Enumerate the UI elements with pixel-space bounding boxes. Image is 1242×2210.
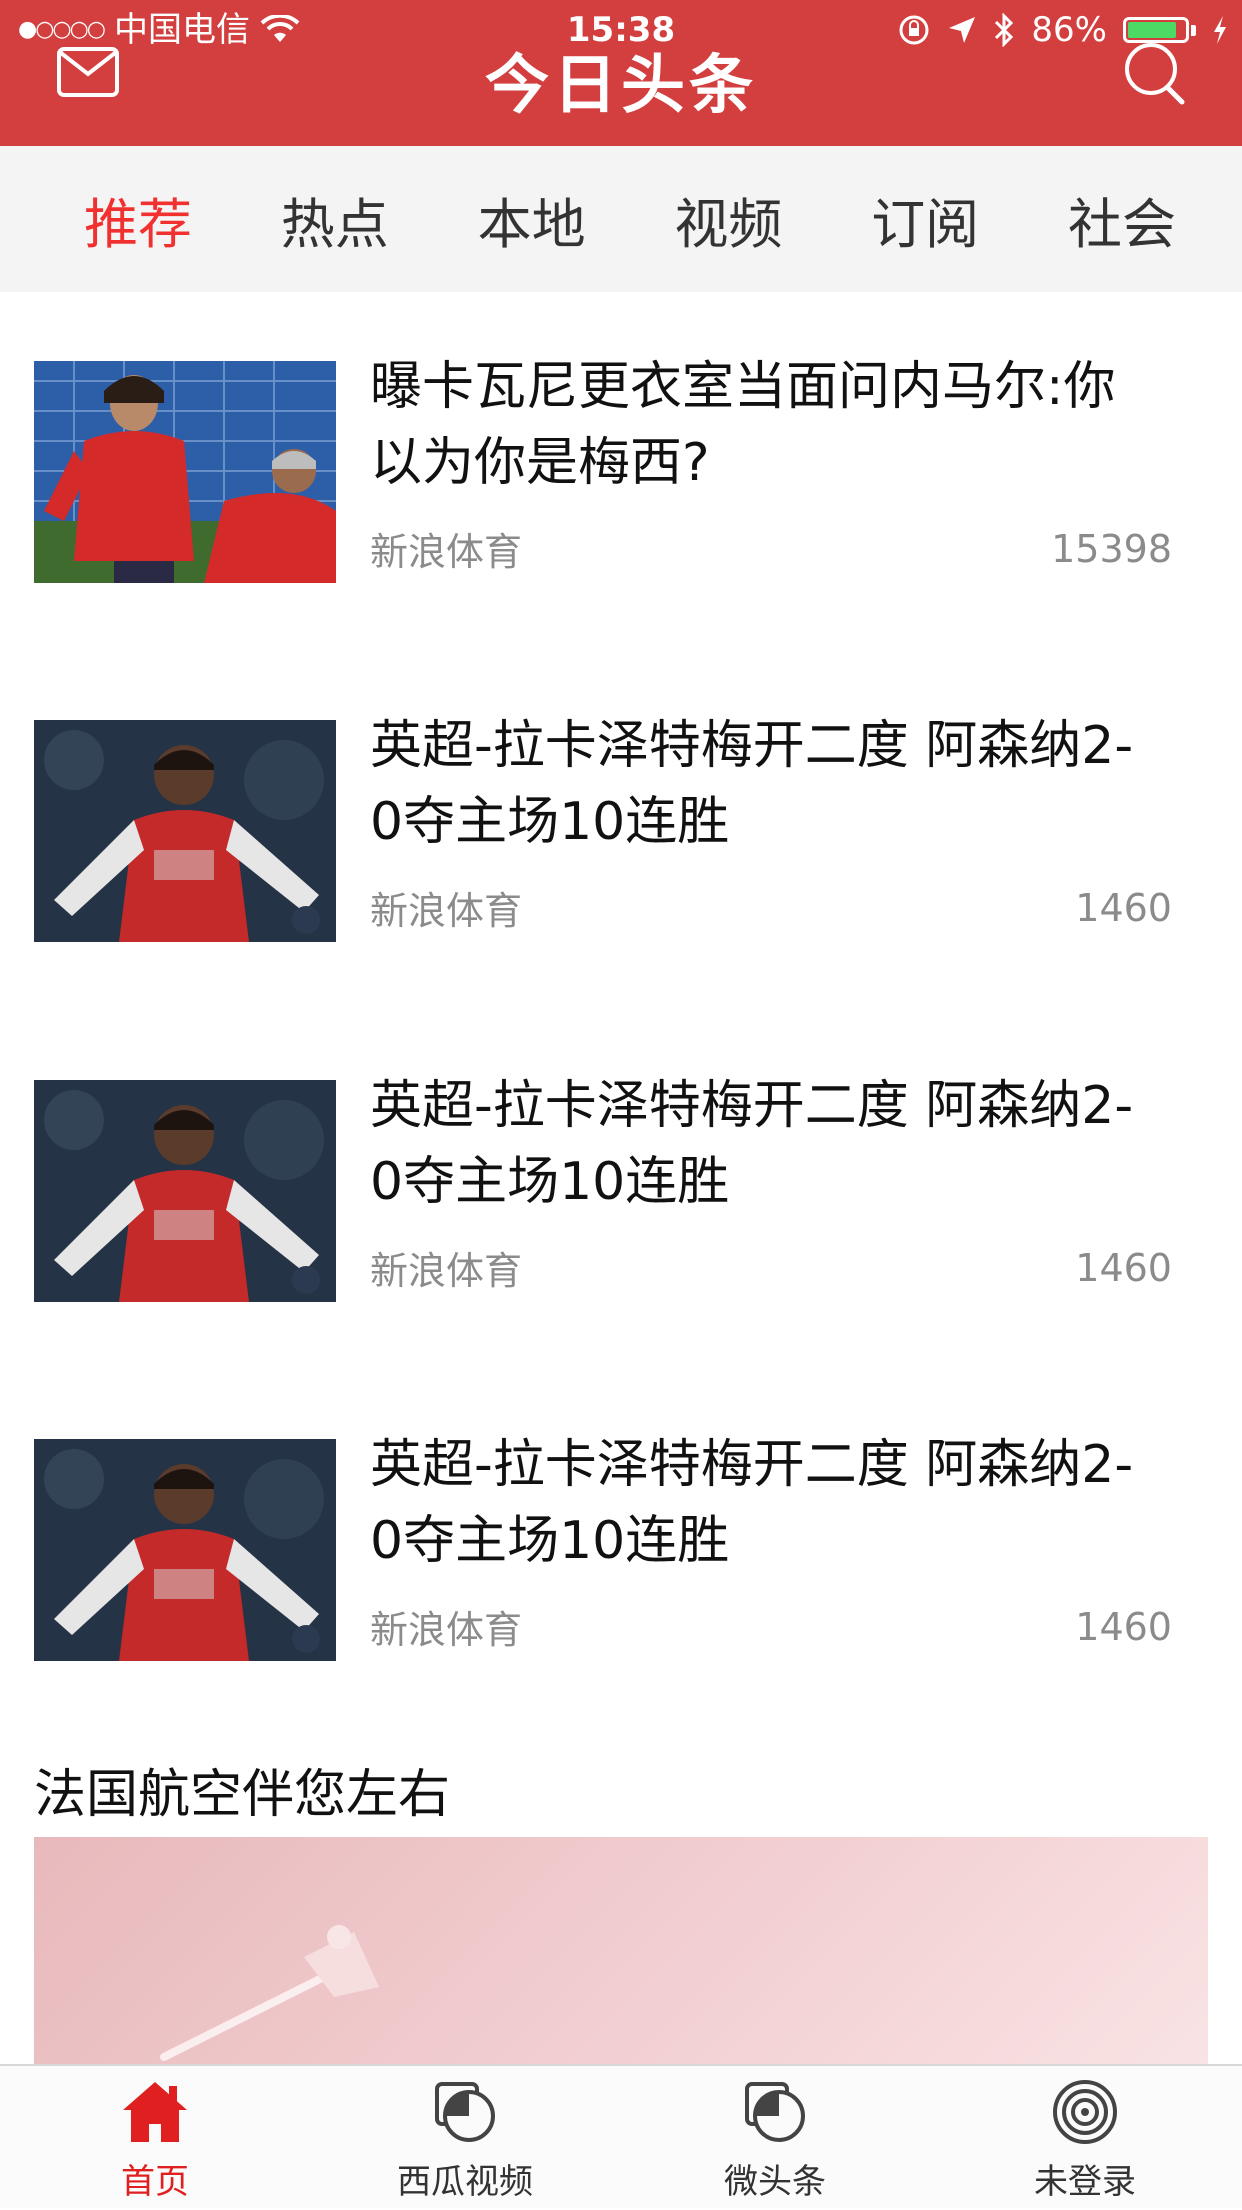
tab-video[interactable]: 视频 bbox=[674, 180, 782, 259]
news-source: 新浪体育 bbox=[370, 889, 523, 933]
search-icon[interactable] bbox=[1122, 40, 1188, 106]
news-source: 新浪体育 bbox=[370, 530, 523, 574]
tabbar-label: 首页 bbox=[121, 2162, 189, 2202]
tabbar-profile[interactable]: 未登录 bbox=[930, 2066, 1240, 2210]
profile-icon bbox=[1053, 2080, 1117, 2144]
tabbar-micro-headline[interactable]: 微头条 bbox=[620, 2066, 930, 2210]
tab-hot[interactable]: 热点 bbox=[281, 180, 389, 259]
tabbar-label: 西瓜视频 bbox=[397, 2162, 533, 2202]
news-title: 曝卡瓦尼更衣室当面问内马尔:你以为你是梅西? bbox=[370, 357, 1116, 493]
news-source: 新浪体育 bbox=[370, 1608, 523, 1652]
app-logo: 今日头条 bbox=[485, 49, 757, 123]
news-title: 英超-拉卡泽特梅开二度 阿森纳2-0夺主场10连胜 bbox=[370, 1435, 1134, 1571]
news-thumbnail bbox=[34, 1080, 336, 1302]
news-thumbnail bbox=[34, 361, 336, 583]
news-title: 英超-拉卡泽特梅开二度 阿森纳2-0夺主场10连胜 bbox=[370, 716, 1134, 852]
tab-subscribe[interactable]: 订阅 bbox=[871, 180, 979, 259]
news-source: 新浪体育 bbox=[370, 1249, 523, 1293]
news-comment-count: 1460 bbox=[1075, 1246, 1172, 1290]
ad-title[interactable]: 法国航空伴您左右 bbox=[34, 1752, 450, 1827]
news-comment-count: 1460 bbox=[1075, 1605, 1172, 1649]
news-item[interactable]: 英超-拉卡泽特梅开二度 阿森纳2-0夺主场10连胜 新浪体育 1460 bbox=[0, 1435, 1242, 1759]
category-tabs: 推荐 热点 本地 视频 订阅 社会 bbox=[0, 146, 1242, 292]
tab-society[interactable]: 社会 bbox=[1068, 180, 1176, 259]
tabbar-label: 未登录 bbox=[1034, 2162, 1136, 2202]
news-item[interactable]: 曝卡瓦尼更衣室当面问内马尔:你以为你是梅西? 新浪体育 15398 bbox=[0, 357, 1242, 681]
news-comment-count: 1460 bbox=[1075, 886, 1172, 930]
home-icon bbox=[123, 2082, 187, 2142]
tab-local[interactable]: 本地 bbox=[478, 180, 586, 259]
news-comment-count: 15398 bbox=[1051, 527, 1172, 571]
video-icon bbox=[435, 2082, 495, 2142]
news-item[interactable]: 英超-拉卡泽特梅开二度 阿森纳2-0夺主场10连胜 新浪体育 1460 bbox=[0, 716, 1242, 1040]
tab-recommend[interactable]: 推荐 bbox=[84, 180, 192, 259]
tabbar-home[interactable]: 首页 bbox=[0, 2066, 310, 2210]
bottom-tab-bar: 首页 西瓜视频 微头条 未登录 bbox=[0, 2064, 1242, 2208]
app-header: ●○○○○ 中国电信 15:38 86% 今日头条 bbox=[0, 0, 1242, 146]
tabbar-xigua-video[interactable]: 西瓜视频 bbox=[310, 2066, 620, 2210]
news-item[interactable]: 英超-拉卡泽特梅开二度 阿森纳2-0夺主场10连胜 新浪体育 1460 bbox=[0, 1076, 1242, 1400]
tabbar-label: 微头条 bbox=[724, 2162, 826, 2202]
news-thumbnail bbox=[34, 1439, 336, 1661]
ad-image[interactable] bbox=[34, 1837, 1208, 2067]
news-thumbnail bbox=[34, 720, 336, 942]
news-title: 英超-拉卡泽特梅开二度 阿森纳2-0夺主场10连胜 bbox=[370, 1076, 1134, 1212]
micro-headline-icon bbox=[745, 2082, 805, 2142]
